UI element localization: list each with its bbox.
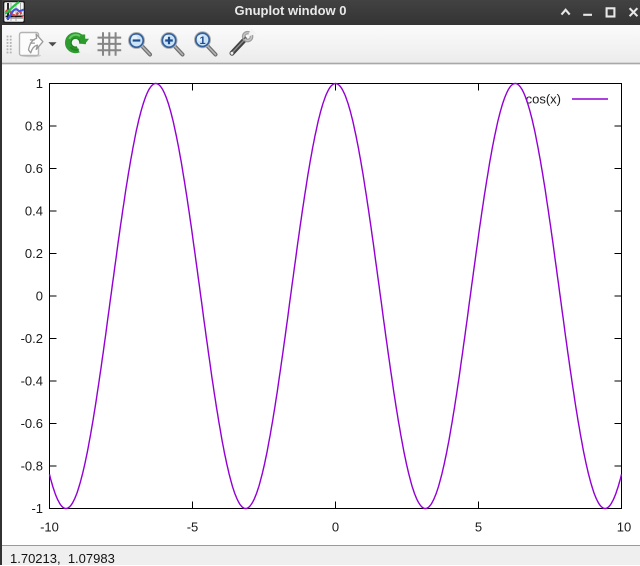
svg-text:1: 1 [36,76,43,91]
svg-text:-0.4: -0.4 [21,374,43,389]
svg-text:-1: -1 [31,501,43,516]
svg-text:10: 10 [617,520,631,535]
svg-text:0.2: 0.2 [25,246,43,261]
svg-text:-0.6: -0.6 [21,416,43,431]
svg-text:1: 1 [199,35,205,47]
svg-text:-10: -10 [40,520,59,535]
svg-text:-0.2: -0.2 [21,331,43,346]
svg-text:0.4: 0.4 [25,204,43,219]
svg-text:0: 0 [332,520,339,535]
svg-text:-5: -5 [187,520,199,535]
svg-text:0.8: 0.8 [25,119,43,134]
svg-text:5: 5 [475,520,482,535]
svg-text:-0.8: -0.8 [21,459,43,474]
svg-text:0.6: 0.6 [25,161,43,176]
svg-text:cos(x): cos(x) [526,92,561,107]
svg-text:0: 0 [36,289,43,304]
